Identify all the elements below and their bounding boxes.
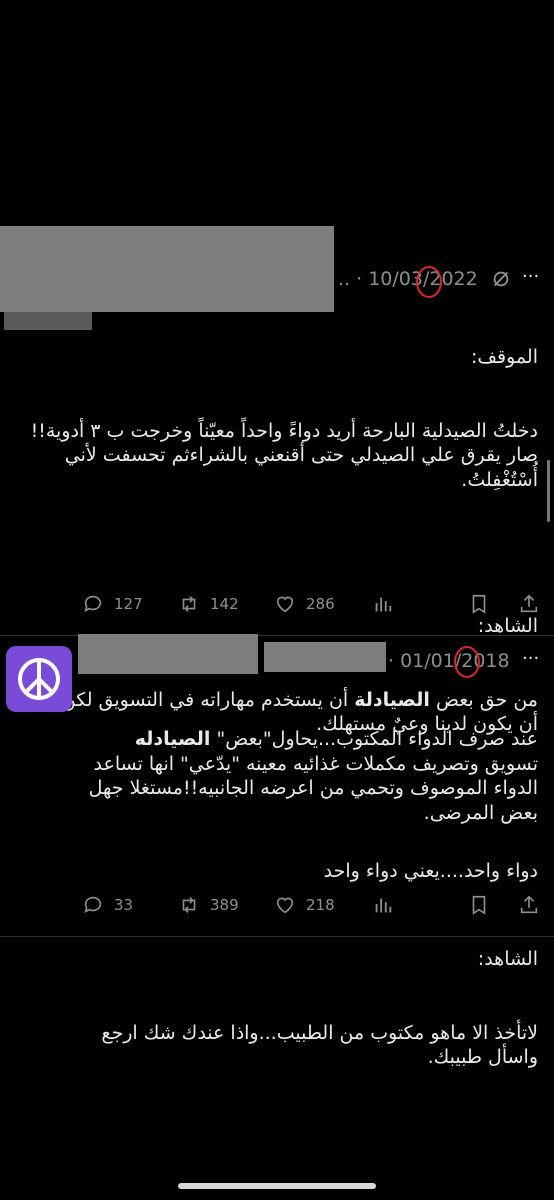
bookmark-icon (472, 594, 486, 614)
tweet-divider (0, 936, 554, 937)
peace-sign-icon (18, 658, 60, 700)
more-icon[interactable]: ··· (522, 266, 539, 287)
views-button[interactable] (372, 593, 394, 615)
situation-text: دخلتُ الصيدلية البارحة أريد دواءً واحداً… (30, 419, 538, 491)
like-button[interactable]: 286 (274, 593, 335, 615)
share-button[interactable] (518, 593, 540, 615)
heart-icon (276, 596, 294, 613)
redacted-display-name (78, 634, 258, 674)
reply-button[interactable]: 33 (82, 894, 133, 916)
tweet-date[interactable]: · 01/01/2018 (388, 650, 510, 672)
retweet-icon (182, 897, 196, 913)
scrollbar[interactable] (547, 460, 550, 522)
tweet-text: عند صرف الدواء المكتوب...يحاول"بعض" الصي… (82, 728, 538, 824)
reply-icon (84, 595, 102, 612)
share-icon (520, 895, 538, 914)
grok-icon[interactable] (490, 268, 512, 290)
bookmark-button[interactable] (468, 593, 490, 615)
views-icon (375, 597, 392, 612)
share-button[interactable] (518, 894, 540, 916)
views-button[interactable] (372, 894, 394, 916)
tweet-actions: 33 389 218 (0, 894, 554, 924)
bookmark-button[interactable] (468, 894, 490, 916)
retweet-icon (182, 596, 196, 612)
tweet-actions: 127 142 286 (0, 593, 554, 623)
bookmark-icon (472, 895, 486, 915)
redacted-handle (264, 642, 386, 672)
tweet-date[interactable]: .. · 10/03/2022 (338, 268, 478, 290)
situation-label: الموقف: (470, 346, 538, 368)
reply-button[interactable]: 127 (82, 593, 143, 615)
date-marker (454, 646, 480, 678)
views-icon (375, 898, 392, 913)
ellipsis: .. (338, 268, 351, 290)
heart-icon (276, 897, 294, 914)
witness-label: الشاهد: (477, 948, 538, 970)
home-indicator[interactable] (178, 1183, 376, 1189)
share-icon (520, 594, 538, 613)
like-button[interactable]: 218 (274, 894, 335, 916)
avatar[interactable] (6, 646, 72, 712)
retweet-button[interactable]: 389 (178, 894, 239, 916)
date-marker (416, 266, 442, 298)
tweet-body: عند صرف الدواء المكتوب...يحاول"بعض" الصي… (78, 678, 538, 1094)
more-icon[interactable]: ··· (522, 648, 539, 669)
retweet-button[interactable]: 142 (178, 593, 239, 615)
reply-icon (84, 896, 102, 913)
witness-text: لاتأخذ الا ماهو مكتوب من الطبيب...واذا ع… (95, 1021, 538, 1069)
